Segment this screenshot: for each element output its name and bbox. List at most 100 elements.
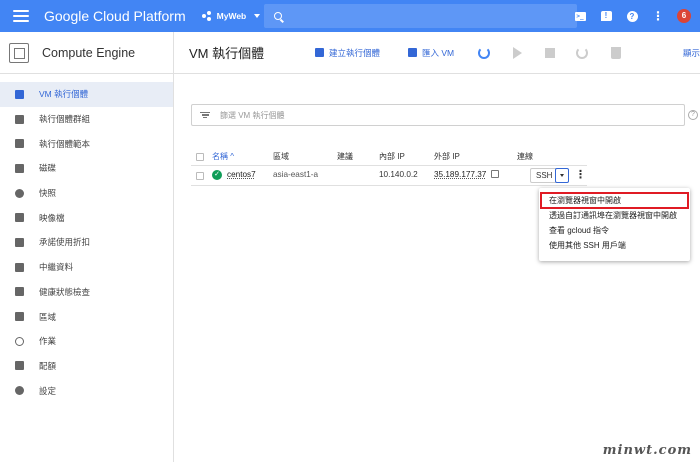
- sidebar-item-label: 設定: [39, 385, 57, 396]
- metadata-icon: [15, 262, 24, 272]
- template-icon: [15, 139, 24, 149]
- sidebar-item-label: 磁碟: [39, 163, 57, 174]
- ssh-dropdown-button[interactable]: [555, 168, 569, 183]
- sidebar-item-vm-instances[interactable]: VM 執行個體: [0, 82, 173, 107]
- toolbar: VM 執行個體 建立執行個體 匯入 VM 顯示: [174, 32, 700, 74]
- add-box-icon: [315, 48, 324, 57]
- select-all-checkbox[interactable]: [196, 152, 204, 161]
- sidebar-item-instance-templates[interactable]: 執行個體範本: [0, 131, 173, 156]
- sidebar-item-images[interactable]: 映像檔: [0, 205, 173, 230]
- search-input[interactable]: [264, 4, 577, 28]
- filter-input[interactable]: [220, 110, 620, 120]
- sidebar-item-quotas[interactable]: 配額: [0, 354, 173, 379]
- create-instance-button[interactable]: 建立執行個體: [315, 47, 380, 59]
- filter-bar[interactable]: [191, 104, 685, 126]
- quotas-icon: [15, 361, 24, 371]
- instance-name-link[interactable]: centos7: [227, 170, 256, 179]
- sidebar-item-snapshots[interactable]: 快照: [0, 181, 173, 206]
- menu-item-other-ssh-client[interactable]: 使用其他 SSH 用戶端: [539, 238, 690, 253]
- start-icon[interactable]: [513, 47, 522, 59]
- sidebar-item-instance-groups[interactable]: 執行個體群組: [0, 107, 173, 132]
- sidebar-item-committed-use[interactable]: 承諾使用折扣: [0, 230, 173, 255]
- notification-count: 6: [677, 9, 691, 23]
- sidebar-item-label: 區域: [39, 311, 57, 322]
- column-connect: 連線: [517, 152, 533, 161]
- import-vm-button[interactable]: 匯入 VM: [408, 47, 454, 59]
- create-instance-label: 建立執行個體: [329, 47, 381, 58]
- sidebar-item-disks[interactable]: 磁碟: [0, 156, 173, 181]
- filter-help-icon[interactable]: ?: [688, 110, 698, 120]
- feedback-icon[interactable]: !: [596, 6, 616, 26]
- menu-item-open-custom-port[interactable]: 透過自訂通訊埠在瀏覽器視窗中開啟: [539, 208, 690, 223]
- project-selector[interactable]: MyWeb: [201, 11, 261, 21]
- terminal-icon[interactable]: >_: [570, 6, 590, 26]
- top-app-bar: Google Cloud Platform MyWeb >_ ! ? ⋮ 6: [0, 0, 700, 32]
- reset-icon[interactable]: [576, 47, 588, 59]
- table-header: 名稱 ^ 區域 建議 內部 IP 外部 IP 連線: [191, 149, 587, 164]
- sidebar-header: Compute Engine: [0, 32, 173, 74]
- notifications-icon[interactable]: 6: [674, 6, 694, 26]
- sidebar-item-operations[interactable]: 作業: [0, 329, 173, 354]
- sidebar-item-label: 中繼資料: [39, 262, 74, 273]
- import-icon: [408, 48, 417, 57]
- brand-title[interactable]: Google Cloud Platform: [44, 8, 186, 24]
- instance-internal-ip: 10.140.0.2: [379, 170, 418, 179]
- instance-external-ip[interactable]: 35.189.177.37: [434, 170, 486, 179]
- column-name[interactable]: 名稱 ^: [212, 151, 234, 162]
- instance-zone: asia-east1-a: [273, 170, 319, 179]
- top-actions: >_ ! ? ⋮ 6: [564, 6, 694, 26]
- menu-item-view-gcloud[interactable]: 查看 gcloud 指令: [539, 223, 690, 238]
- more-vert-icon[interactable]: ⋮: [648, 6, 668, 26]
- row-checkbox[interactable]: [196, 171, 204, 180]
- show-info-panel-button[interactable]: 顯示: [683, 47, 700, 59]
- sidebar-item-settings[interactable]: 設定: [0, 378, 173, 403]
- help-icon[interactable]: ?: [622, 6, 642, 26]
- zones-icon: [15, 312, 24, 322]
- filter-list-icon: [200, 111, 210, 119]
- menu-icon[interactable]: [13, 10, 29, 22]
- project-name: MyWeb: [216, 11, 247, 21]
- image-icon: [15, 213, 24, 223]
- import-vm-label: 匯入 VM: [422, 47, 455, 58]
- sidebar-item-label: 映像檔: [39, 212, 65, 223]
- vm-icon: [15, 89, 24, 99]
- sidebar-item-label: 執行個體群組: [39, 114, 91, 125]
- sidebar: Compute Engine VM 執行個體 執行個體群組 執行個體範本 磁碟 …: [0, 32, 174, 462]
- compute-engine-icon: [9, 42, 29, 63]
- delete-icon[interactable]: [611, 47, 621, 59]
- operations-icon: [15, 336, 24, 346]
- column-recommendation: 建議: [337, 152, 353, 161]
- more-vert-icon[interactable]: ⋮: [575, 168, 586, 181]
- open-in-new-icon[interactable]: [491, 170, 499, 178]
- check-circle-icon: ✓: [212, 170, 222, 180]
- disk-icon: [15, 163, 24, 173]
- column-zone: 區域: [273, 152, 289, 161]
- search-icon: [274, 12, 282, 20]
- sidebar-item-label: 快照: [39, 188, 57, 199]
- instance-groups-icon: [15, 114, 24, 124]
- sidebar-item-label: 執行個體範本: [39, 138, 91, 149]
- refresh-icon[interactable]: [478, 47, 490, 59]
- project-dots-icon: [201, 11, 212, 21]
- column-external-ip: 外部 IP: [434, 152, 460, 161]
- sidebar-item-health-checks[interactable]: 健康狀態檢查: [0, 280, 173, 305]
- stop-icon[interactable]: [545, 48, 555, 58]
- page-title: VM 執行個體: [189, 46, 265, 61]
- discount-icon: [15, 237, 24, 247]
- product-title: Compute Engine: [42, 45, 136, 60]
- sidebar-item-label: 配額: [39, 360, 57, 371]
- menu-item-open-in-browser[interactable]: 在瀏覽器視窗中開啟: [540, 192, 689, 209]
- sidebar-item-label: VM 執行個體: [39, 89, 89, 100]
- ssh-menu: 在瀏覽器視窗中開啟 透過自訂通訊埠在瀏覽器視窗中開啟 查看 gcloud 指令 …: [539, 188, 690, 261]
- sidebar-item-label: 健康狀態檢查: [39, 286, 91, 297]
- snapshot-icon: [15, 188, 24, 198]
- column-internal-ip: 內部 IP: [379, 152, 405, 161]
- sidebar-item-metadata[interactable]: 中繼資料: [0, 255, 173, 280]
- settings-icon: [15, 386, 24, 396]
- sidebar-item-label: 承諾使用折扣: [39, 237, 91, 248]
- watermark: minwt.com: [602, 443, 692, 458]
- chevron-down-icon: [254, 14, 261, 18]
- sidebar-item-label: 作業: [39, 336, 57, 347]
- main-content: VM 執行個體 建立執行個體 匯入 VM 顯示 ? 名稱 ^ 區域 建議 內部 …: [174, 32, 700, 462]
- sidebar-item-zones[interactable]: 區域: [0, 304, 173, 329]
